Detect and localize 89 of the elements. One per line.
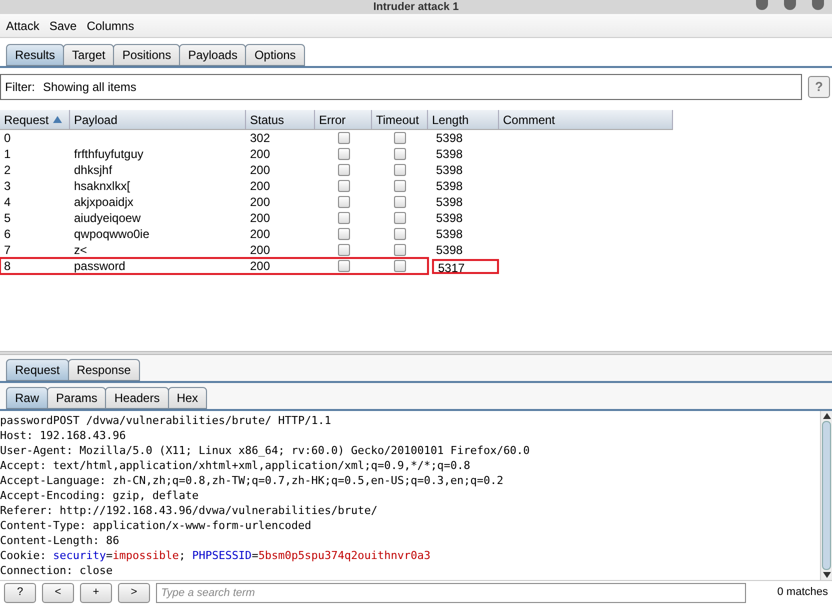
table-cell-text: 6 bbox=[3, 226, 12, 243]
table-cell-text: 5 bbox=[3, 210, 12, 227]
column-header[interactable]: Error bbox=[315, 110, 372, 129]
menu-item[interactable]: Attack bbox=[6, 16, 40, 34]
tab[interactable]: Raw bbox=[6, 387, 48, 409]
column-header[interactable]: Status bbox=[246, 110, 315, 129]
table-cell-text: 200 bbox=[249, 178, 272, 195]
checkbox[interactable] bbox=[338, 228, 350, 240]
checkbox[interactable] bbox=[394, 260, 406, 272]
search-nav-button[interactable]: < bbox=[42, 582, 74, 602]
filter-bar[interactable]: Filter: Showing all items bbox=[0, 74, 802, 100]
table-cell-text: 5398 bbox=[435, 210, 464, 226]
search-nav-button[interactable]: ? bbox=[4, 582, 36, 602]
checkbox[interactable] bbox=[338, 196, 350, 208]
filter-label: Filter: bbox=[5, 79, 35, 96]
search-nav-button[interactable]: > bbox=[118, 582, 150, 602]
column-header[interactable]: Timeout bbox=[372, 110, 428, 129]
window-title: Intruder attack 1 bbox=[373, 2, 459, 12]
checkbox[interactable] bbox=[394, 132, 406, 144]
table-cell-text: 200 bbox=[249, 162, 272, 179]
table-cell-text: 7 bbox=[3, 242, 12, 259]
tab[interactable]: Options bbox=[245, 44, 305, 66]
checkbox[interactable] bbox=[338, 164, 350, 176]
search-nav-button[interactable]: + bbox=[80, 582, 112, 602]
table-cell-text: 200 bbox=[249, 258, 272, 275]
checkbox[interactable] bbox=[394, 196, 406, 208]
table-cell-text: 5398 bbox=[435, 146, 464, 162]
table-cell-text: 5398 bbox=[435, 162, 464, 178]
tab[interactable]: Params bbox=[47, 387, 106, 409]
table-cell-text: 4 bbox=[3, 194, 12, 211]
table-cell-text: 200 bbox=[249, 226, 272, 243]
column-header[interactable]: Request bbox=[0, 110, 70, 129]
checkbox[interactable] bbox=[338, 132, 350, 144]
table-cell-text: 302 bbox=[249, 130, 272, 147]
table-cell-text: 3 bbox=[3, 178, 12, 195]
match-count: 0 matches bbox=[777, 585, 828, 600]
checkbox[interactable] bbox=[394, 148, 406, 160]
column-header[interactable]: Length bbox=[428, 110, 499, 129]
table-cell-text: 5398 bbox=[435, 178, 464, 194]
tab[interactable]: Results bbox=[6, 44, 64, 66]
raw-request-text[interactable]: passwordPOST /dvwa/vulnerabilities/brute/ HTTP/1.1 Host: 192.168.43.96 User-Agent: Mozilla/5.0 (X11; Linux x86_64; rv:60.0) Gecko/20100101 Firefox/60.0 Accept: text/html,application/xhtml+xml,application/xml;q=0.9,*/*;q=0.8 Accept-Language: zh-CN,zh;q=0.8,zh-TW;q=0.7,zh-HK;q=0.5,en-US;q=0.3,en;q=0.2 Accept-Encoding: gzip, deflate Referer: http://192.168.43.96/dvwa/vulnerabilities/brute/ Content-Type: application/x-www-form-urlencoded Content-Length: 86 Cookie: security=impossible; PHPSESSID=5bsm0p5spu374q2ouithnvr0a3 Connection: close bbox=[0, 411, 820, 580]
checkbox[interactable] bbox=[338, 148, 350, 160]
table-cell-text: 5398 bbox=[435, 226, 464, 242]
table-cell-text: password bbox=[73, 258, 126, 275]
checkbox[interactable] bbox=[394, 228, 406, 240]
search-field[interactable]: Type a search term bbox=[156, 582, 746, 602]
tab[interactable]: Hex bbox=[168, 387, 208, 409]
tab[interactable]: Headers bbox=[105, 387, 169, 409]
table-cell-text: 200 bbox=[249, 242, 272, 259]
column-header[interactable]: Comment bbox=[499, 110, 673, 129]
tab[interactable]: Payloads bbox=[179, 44, 246, 66]
table-cell-text: frfthfuyfutguy bbox=[73, 146, 144, 163]
checkbox[interactable] bbox=[394, 164, 406, 176]
checkbox[interactable] bbox=[338, 260, 350, 272]
scroll-up-icon[interactable] bbox=[822, 413, 830, 419]
checkbox[interactable] bbox=[338, 244, 350, 256]
checkbox[interactable] bbox=[338, 180, 350, 192]
table-cell-text: aiudyeiqoew bbox=[73, 210, 142, 227]
table-cell-text: 200 bbox=[249, 210, 272, 227]
table-cell-text: hsaknxlkx[ bbox=[73, 178, 132, 195]
checkbox[interactable] bbox=[338, 212, 350, 224]
table-cell-text: 0 bbox=[3, 130, 12, 147]
table-cell-text: 5398 bbox=[435, 130, 464, 146]
tab[interactable]: Target bbox=[63, 44, 114, 66]
table-cell-text: 5398 bbox=[435, 194, 464, 210]
table-cell-text: 1 bbox=[3, 146, 12, 163]
checkbox[interactable] bbox=[394, 244, 406, 256]
checkbox[interactable] bbox=[394, 180, 406, 192]
table-cell-text: z< bbox=[73, 242, 88, 259]
tab[interactable]: Positions bbox=[113, 44, 180, 66]
checkbox[interactable] bbox=[394, 212, 406, 224]
menu-item[interactable]: Save bbox=[49, 16, 77, 34]
table-cell-text: akjxpoaidjx bbox=[73, 194, 134, 211]
filter-value: Showing all items bbox=[43, 79, 136, 96]
column-header[interactable]: Payload bbox=[70, 110, 246, 129]
help-button[interactable]: ? bbox=[808, 76, 830, 98]
scrollbar[interactable] bbox=[820, 411, 832, 580]
table-cell-text: 2 bbox=[3, 162, 12, 179]
tab[interactable]: Request bbox=[6, 359, 69, 381]
table-cell-text: 200 bbox=[249, 194, 272, 211]
table-cell-text: 5398 bbox=[435, 242, 464, 258]
scroll-down-icon[interactable] bbox=[822, 572, 830, 578]
table-cell-text: dhksjhf bbox=[73, 162, 114, 179]
menu-item[interactable]: Columns bbox=[86, 16, 134, 34]
table-cell-text: 200 bbox=[249, 146, 272, 163]
table-cell-text: qwpoqwwo0ie bbox=[73, 226, 150, 243]
table-cell: 5317 bbox=[432, 258, 499, 274]
table-cell-text: 8 bbox=[3, 258, 12, 275]
tab[interactable]: Response bbox=[68, 359, 140, 381]
